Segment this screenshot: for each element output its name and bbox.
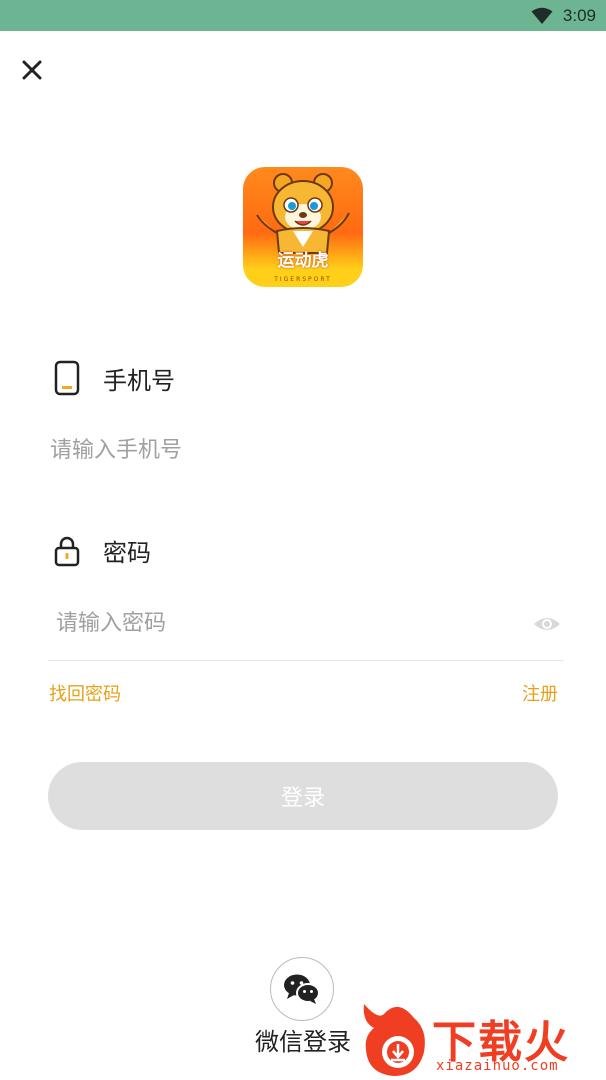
lock-icon — [54, 536, 80, 566]
phone-icon — [54, 360, 80, 396]
phone-field-label: 手机号 — [53, 360, 175, 396]
wechat-login-label: 微信登录 — [255, 1028, 351, 1056]
password-input[interactable] — [56, 606, 516, 640]
wifi-icon — [531, 7, 553, 24]
watermark-subtitle: xiazaihuo.com — [436, 1058, 559, 1074]
phone-input[interactable] — [50, 433, 550, 467]
status-time: 3:09 — [562, 6, 596, 25]
password-visibility-toggle[interactable] — [533, 612, 561, 636]
password-field-label: 密码 — [53, 533, 151, 568]
register-link[interactable]: 注册 — [522, 680, 558, 706]
wechat-login-button[interactable] — [270, 957, 334, 1021]
close-icon — [22, 60, 42, 80]
logo-sublabel: TIGERSPORT — [274, 276, 332, 283]
password-label-text: 密码 — [103, 539, 151, 567]
phone-label-text: 手机号 — [103, 366, 175, 395]
status-bar: 3:09 — [0, 0, 606, 31]
login-button[interactable]: 登录 — [48, 762, 558, 830]
status-indicators: 3:09 — [531, 4, 596, 28]
watermark: 下载火 xiazaihuo.com — [358, 1000, 606, 1080]
flame-download-icon — [363, 1004, 425, 1076]
password-divider — [48, 660, 564, 661]
forgot-password-link[interactable]: 找回密码 — [49, 680, 121, 706]
logo-label: 运动虎 — [277, 251, 329, 271]
close-button[interactable] — [18, 56, 46, 84]
eye-icon — [534, 618, 560, 630]
app-logo: 运动虎 TIGERSPORT — [243, 167, 363, 287]
wechat-icon — [284, 974, 320, 1004]
